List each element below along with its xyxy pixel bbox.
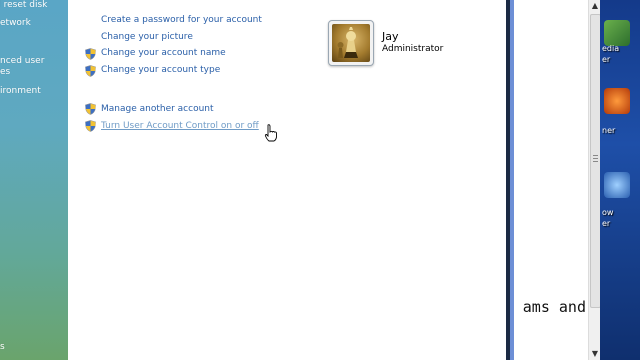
background-window-text: ams and xyxy=(522,298,586,316)
user-accounts-panel: Create a password for your account Chang… xyxy=(68,0,506,360)
desktop-icon-label: er xyxy=(602,219,611,228)
desktop-icon-label: er xyxy=(602,55,611,64)
nav-link-password-reset-disk[interactable]: ord reset disk xyxy=(0,0,47,10)
change-account-name-link[interactable]: Change your account name xyxy=(101,48,226,58)
desktop-icon-label: ner xyxy=(602,126,616,135)
scrollbar-grip-icon xyxy=(593,155,598,163)
account-name: Jay xyxy=(382,30,399,43)
uac-shield-icon xyxy=(85,48,96,60)
chess-piece-avatar-icon xyxy=(332,24,370,62)
uac-shield-icon xyxy=(85,65,96,77)
hand-pointer-cursor-icon xyxy=(264,124,277,142)
nav-link-advanced-user[interactable]: nced user xyxy=(0,56,44,66)
uac-shield-icon xyxy=(85,120,96,132)
desktop-icon-label: ow xyxy=(602,208,614,217)
shortcut-icon[interactable] xyxy=(604,172,630,198)
account-type-label: Administrator xyxy=(382,44,444,54)
turn-uac-on-off-link[interactable]: Turn User Account Control on or off xyxy=(101,121,259,131)
nav-link-network[interactable]: etwork xyxy=(0,18,31,28)
app-shortcut-icon[interactable] xyxy=(604,88,630,114)
desktop-icon-label: edia xyxy=(602,44,620,53)
change-account-type-link[interactable]: Change your account type xyxy=(101,65,220,75)
nav-link-environment[interactable]: ironment xyxy=(0,86,41,96)
uac-shield-icon xyxy=(85,103,96,115)
account-picture[interactable] xyxy=(328,20,374,66)
left-navigation-pane: ord reset disk etwork nced user es ironm… xyxy=(0,0,68,360)
background-window: ams and xyxy=(514,0,588,360)
change-picture-link[interactable]: Change your picture xyxy=(101,32,193,42)
nav-link-bottom[interactable]: s xyxy=(0,342,5,352)
desktop-background: edia er ner ow er xyxy=(600,0,640,360)
manage-another-account-link[interactable]: Manage another account xyxy=(101,104,214,114)
nav-link-advanced-user-line2[interactable]: es xyxy=(0,67,10,77)
media-center-icon[interactable] xyxy=(604,20,630,46)
create-password-link[interactable]: Create a password for your account xyxy=(101,15,262,25)
